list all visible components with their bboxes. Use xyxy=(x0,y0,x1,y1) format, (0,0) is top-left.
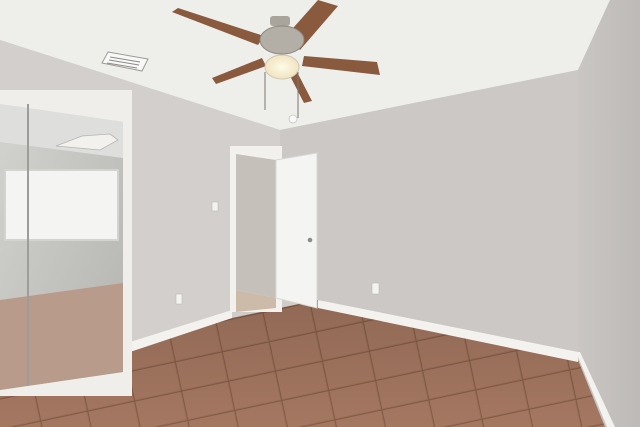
light-switch xyxy=(211,201,219,212)
door-knob xyxy=(307,237,313,243)
hallway-wall xyxy=(236,154,276,298)
outlet-left-wall xyxy=(175,293,183,305)
fan-light xyxy=(264,54,300,80)
fan-motor xyxy=(259,25,305,55)
open-door xyxy=(275,152,318,309)
smoke-detector xyxy=(288,114,298,124)
right-wall xyxy=(578,0,640,427)
outlet-back-wall xyxy=(371,282,380,295)
room-illustration xyxy=(0,0,640,427)
mirror-reflection-floor xyxy=(0,283,123,390)
fan-downrod xyxy=(270,16,290,26)
mirror-reflection-window xyxy=(4,169,119,241)
room-photo xyxy=(0,0,640,427)
